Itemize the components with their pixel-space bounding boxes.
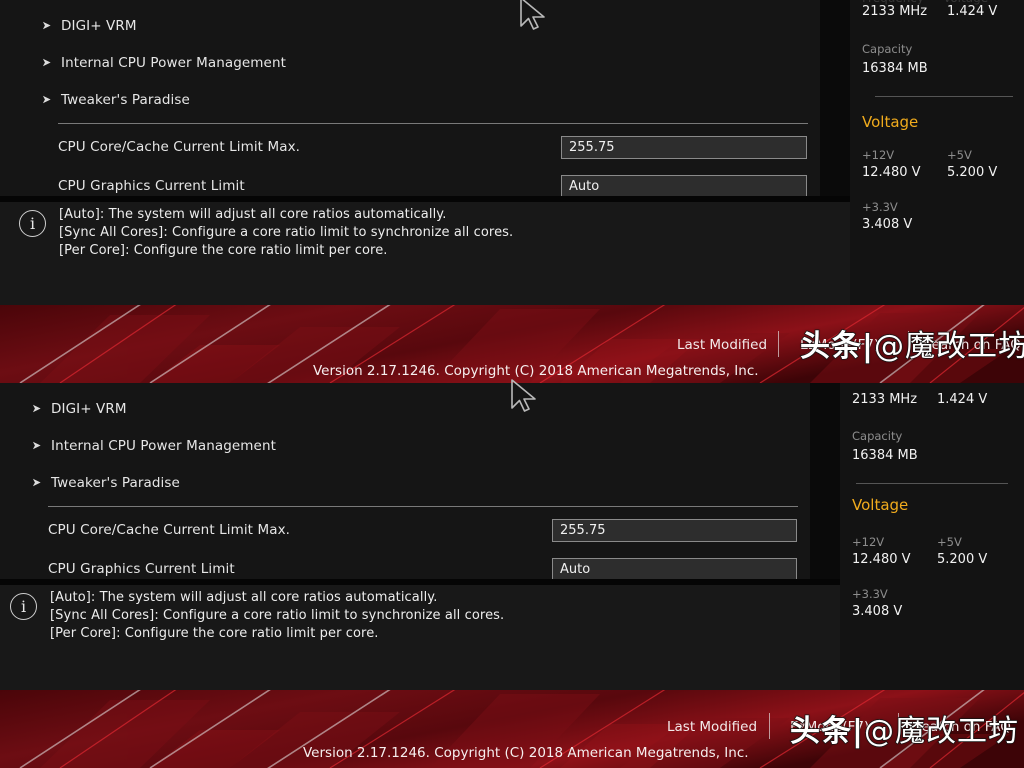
footer-separator — [769, 713, 770, 739]
voltage-12v-value: 12.480 V — [852, 552, 911, 567]
voltage-section-title: Voltage — [852, 496, 909, 514]
cpu-graphics-current-limit-input[interactable]: Auto — [552, 558, 797, 579]
menu-item-digi-vrm[interactable]: DIGI+ VRM — [0, 7, 820, 44]
menu-item-internal-cpu-power-management[interactable]: Internal CPU Power Management — [0, 427, 810, 464]
arrow-right-icon — [32, 441, 42, 451]
menu-divider — [48, 506, 798, 507]
hardware-monitor-rail-bottom: 2133 MHz 1.424 V Capacity 16384 MB Volta… — [840, 383, 1024, 690]
voltage-33v-label: +3.3V — [852, 587, 888, 601]
ai-tweaker-menu-top: DIGI+ VRM Internal CPU Power Management … — [0, 0, 820, 196]
help-line: [Per Core]: Configure the core ratio lim… — [59, 243, 388, 258]
watermark-handle: @魔改工坊 — [863, 713, 1019, 750]
rail-divider — [856, 483, 1008, 484]
panel-gutter — [810, 383, 840, 579]
help-line: [Per Core]: Configure the core ratio lim… — [50, 626, 379, 641]
voltage-33v-label: +3.3V — [862, 200, 898, 214]
last-modified-button[interactable]: Last Modified — [677, 337, 767, 353]
help-line: [Sync All Cores]: Configure a core ratio… — [59, 225, 514, 240]
field-value: Auto — [560, 562, 591, 577]
memory-frequency-value: 2133 MHz — [862, 4, 928, 19]
bios-version-text: Version 2.17.1246. Copyright (C) 2018 Am… — [313, 363, 759, 379]
arrow-right-icon — [42, 58, 52, 68]
menu-item-tweakers-paradise[interactable]: Tweaker's Paradise — [0, 81, 820, 118]
help-line: [Auto]: The system will adjust all core … — [50, 590, 438, 605]
last-modified-button[interactable]: Last Modified — [667, 719, 757, 735]
voltage-12v-label: +12V — [862, 148, 895, 162]
info-icon: i — [19, 210, 46, 237]
voltage-5v-value: 5.200 V — [947, 165, 998, 180]
voltage-section-title: Voltage — [862, 113, 919, 131]
menu-item-label: DIGI+ VRM — [61, 17, 137, 34]
arrow-right-icon — [42, 21, 52, 31]
setting-label: CPU Core/Cache Current Limit Max. — [58, 138, 301, 155]
voltage-12v-label: +12V — [852, 535, 885, 549]
voltage-5v-label: +5V — [947, 148, 972, 162]
arrow-right-icon — [32, 404, 42, 414]
field-value: 255.75 — [569, 140, 615, 155]
bios-screenshot: DIGI+ VRM Internal CPU Power Management … — [0, 0, 1024, 768]
help-line: [Auto]: The system will adjust all core … — [59, 207, 447, 222]
cpu-core-cache-current-limit-max-input[interactable]: 255.75 — [561, 136, 807, 159]
menu-item-internal-cpu-power-management[interactable]: Internal CPU Power Management — [0, 44, 820, 81]
menu-divider — [58, 123, 808, 124]
help-panel-top-border — [0, 579, 840, 585]
menu-item-label: Internal CPU Power Management — [51, 437, 276, 454]
arrow-right-icon — [32, 478, 42, 488]
setting-label: CPU Graphics Current Limit — [58, 177, 245, 194]
menu-item-label: Tweaker's Paradise — [61, 91, 190, 108]
menu-item-label: Internal CPU Power Management — [61, 54, 286, 71]
help-panel-bottom: i [Auto]: The system will adjust all cor… — [0, 579, 840, 690]
cpu-graphics-current-limit-input[interactable]: Auto — [561, 175, 807, 196]
cpu-core-cache-current-limit-max-input[interactable]: 255.75 — [552, 519, 797, 542]
memory-frequency-value: 2133 MHz — [852, 392, 918, 407]
setting-label: CPU Graphics Current Limit — [48, 560, 235, 577]
bios-version-text: Version 2.17.1246. Copyright (C) 2018 Am… — [303, 745, 749, 761]
footer-separator — [778, 331, 779, 357]
info-icon: i — [10, 593, 37, 620]
watermark-top: 头条|@魔改工坊 — [799, 321, 1024, 365]
help-panel-top: i [Auto]: The system will adjust all cor… — [0, 196, 850, 305]
watermark-handle: @魔改工坊 — [873, 328, 1024, 365]
watermark-bottom: 头条|@魔改工坊 — [789, 706, 1019, 750]
field-value: 255.75 — [560, 523, 606, 538]
watermark-brand: 头条 — [799, 328, 862, 365]
menu-item-tweakers-paradise[interactable]: Tweaker's Paradise — [0, 464, 810, 501]
help-line: [Sync All Cores]: Configure a core ratio… — [50, 608, 505, 623]
setting-label: CPU Core/Cache Current Limit Max. — [48, 521, 291, 538]
menu-item-label: Tweaker's Paradise — [51, 474, 180, 491]
menu-item-label: DIGI+ VRM — [51, 400, 127, 417]
menu-item-digi-vrm[interactable]: DIGI+ VRM — [0, 390, 810, 427]
memory-capacity-label: Capacity — [862, 42, 913, 56]
watermark-separator: | — [861, 328, 874, 365]
voltage-5v-value: 5.200 V — [937, 552, 988, 567]
memory-voltage-value: 1.424 V — [937, 392, 988, 407]
voltage-5v-label: +5V — [937, 535, 962, 549]
panel-gutter — [820, 0, 850, 196]
voltage-12v-value: 12.480 V — [862, 165, 921, 180]
field-value: Auto — [569, 179, 600, 194]
memory-capacity-label: Capacity — [852, 429, 903, 443]
voltage-33v-value: 3.408 V — [862, 217, 913, 232]
rail-divider — [875, 96, 1013, 97]
memory-capacity-value: 16384 MB — [852, 448, 918, 463]
help-panel-top-border — [0, 196, 850, 202]
watermark-separator: | — [851, 713, 864, 750]
ai-tweaker-menu-bottom: DIGI+ VRM Internal CPU Power Management … — [0, 383, 810, 579]
hardware-monitor-rail-top: Frequency Voltage 2133 MHz 1.424 V Capac… — [850, 0, 1024, 305]
memory-capacity-value: 16384 MB — [862, 61, 928, 76]
watermark-brand: 头条 — [789, 713, 852, 750]
voltage-33v-value: 3.408 V — [852, 604, 903, 619]
arrow-right-icon — [42, 95, 52, 105]
memory-voltage-value: 1.424 V — [947, 4, 998, 19]
